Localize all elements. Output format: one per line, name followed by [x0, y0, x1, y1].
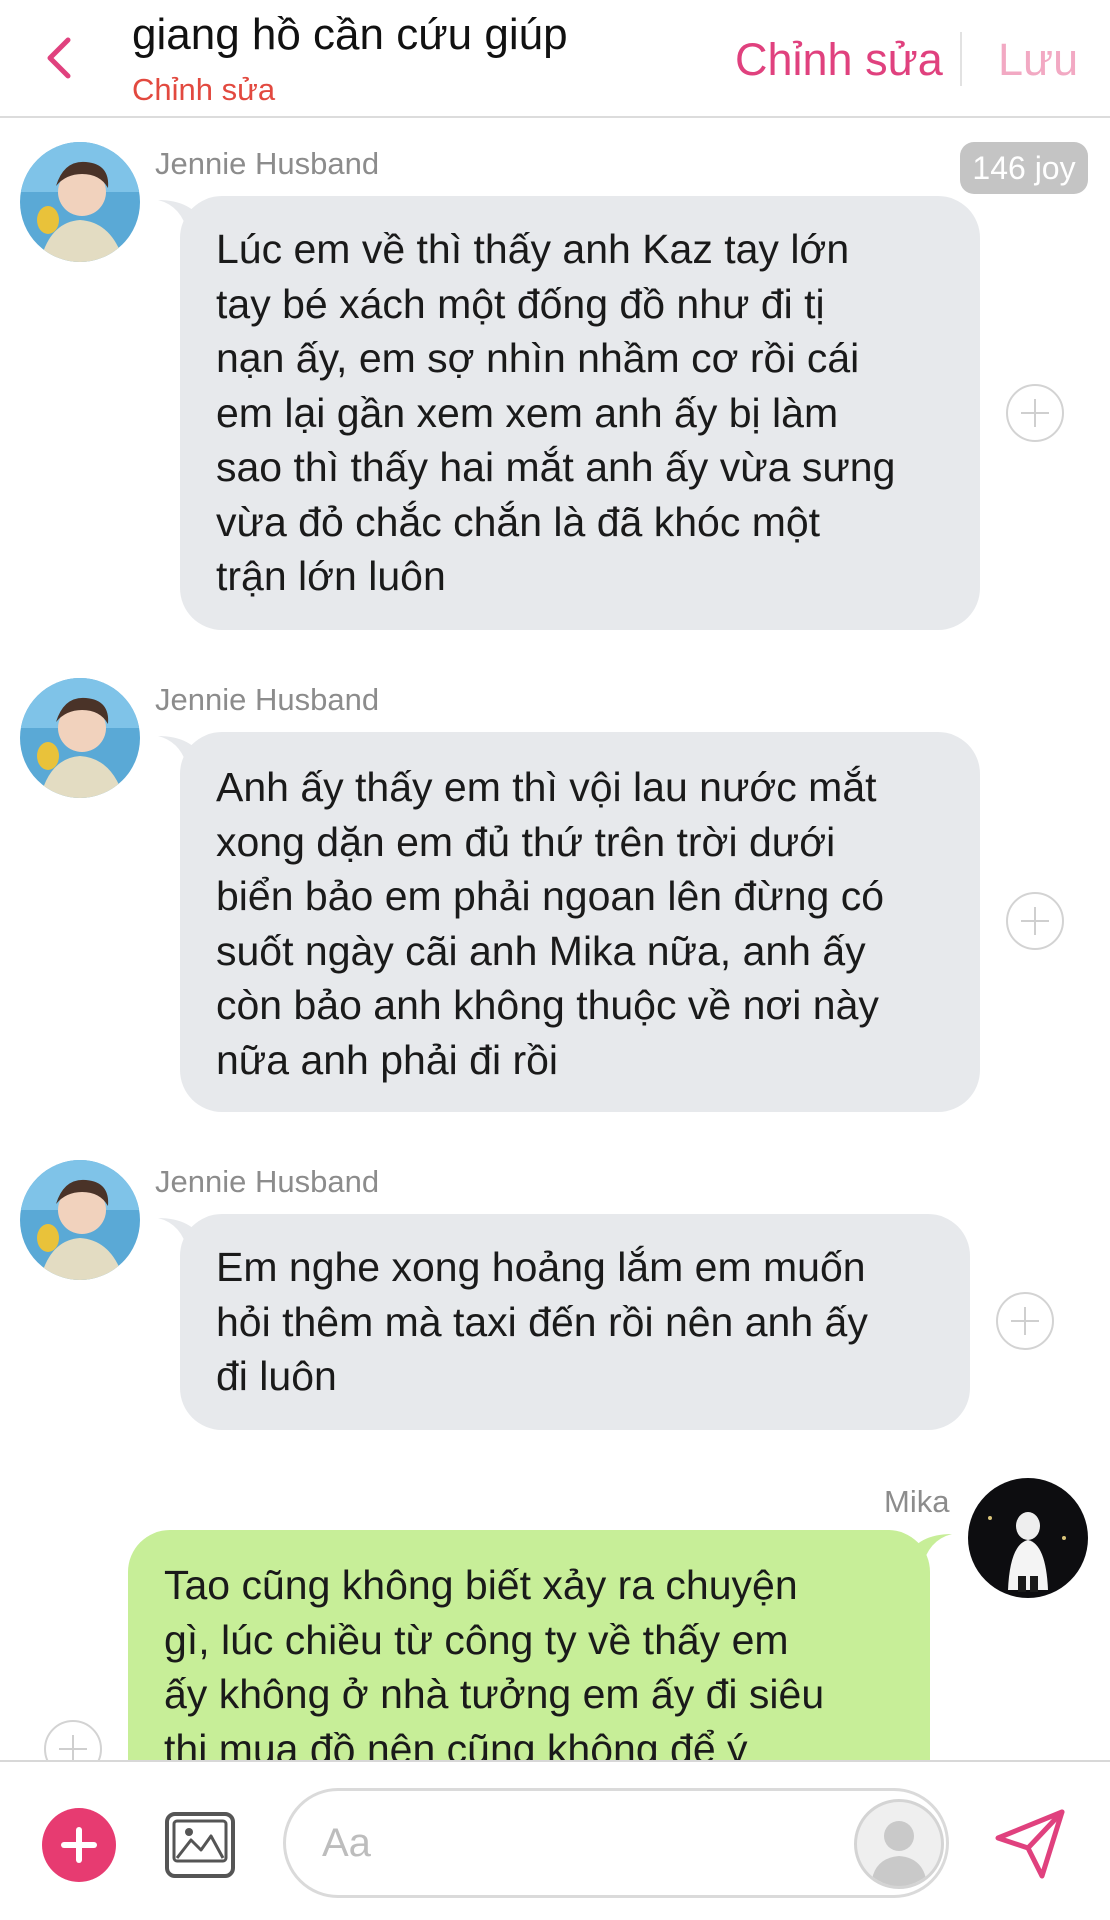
page-title: giang hồ cần cứu giúp	[132, 10, 568, 59]
message-line: biển bảo em phải ngoan lên đừng có	[216, 873, 885, 919]
person-icon	[871, 1821, 927, 1886]
message-line: tay bé xách một đống đồ như đi tị	[216, 280, 825, 327]
message-line: Anh ấy thấy em thì vội lau nước mắt	[216, 764, 877, 810]
avatar-mika[interactable]	[968, 1478, 1088, 1598]
joy-count-badge: 146 joy	[960, 142, 1088, 194]
message-line: trận lớn luôn	[216, 553, 446, 599]
message-bubble[interactable]: Lúc em về thì thấy anh Kaz tay lớn tay b…	[180, 196, 980, 630]
message-line: hỏi thêm mà taxi đến rồi nên anh ấy	[216, 1298, 868, 1345]
header-bar: giang hồ cần cứu giúp Chỉnh sửa Chỉnh sử…	[0, 0, 1110, 118]
avatar-photo	[20, 142, 140, 262]
message-bubble[interactable]: Em nghe xong hoảng lắm em muốn hỏi thêm …	[180, 1214, 970, 1430]
character-select-button[interactable]	[854, 1799, 944, 1889]
message-line: ấy không ở nhà tưởng em ấy đi siêu	[164, 1671, 825, 1717]
message-line: Em nghe xong hoảng lắm em muốn	[216, 1244, 866, 1290]
message-line: Tao cũng không biết xảy ra chuyện	[164, 1562, 798, 1608]
message-bubble[interactable]: Anh ấy thấy em thì vội lau nước mắt xong…	[180, 732, 980, 1112]
message-composer	[0, 1760, 1110, 1920]
header-divider	[960, 32, 962, 86]
send-icon	[995, 1809, 1065, 1879]
message-line: gì, lúc chiều từ công ty về thấy em	[164, 1616, 789, 1663]
avatar-photo	[968, 1478, 1088, 1598]
save-button[interactable]: Lưu	[998, 34, 1078, 86]
sender-name: Jennie Husband	[155, 146, 380, 181]
send-button[interactable]	[990, 1804, 1070, 1884]
message-line: xong dặn em đủ thứ trên trời dưới	[216, 818, 836, 865]
avatar-jennie-husband[interactable]	[20, 678, 140, 798]
add-reaction-button[interactable]	[1006, 384, 1064, 442]
back-button[interactable]	[34, 26, 86, 90]
avatar-jennie-husband[interactable]	[20, 1160, 140, 1280]
add-reaction-button[interactable]	[996, 1292, 1054, 1350]
image-button[interactable]	[163, 1810, 237, 1880]
message-line: còn bảo anh không thuộc về nơi này	[216, 982, 879, 1028]
sender-name: Jennie Husband	[155, 1164, 380, 1199]
avatar-photo	[20, 1160, 140, 1280]
add-reaction-button[interactable]	[1006, 892, 1064, 950]
message-input-container	[283, 1788, 949, 1898]
message-line: em lại gần xem xem anh ấy bị làm	[216, 389, 839, 436]
plus-icon[interactable]	[42, 1808, 116, 1882]
message-line: vừa đỏ chắc chắn là đã khóc một	[216, 498, 821, 545]
message-input[interactable]	[322, 1813, 802, 1873]
sender-name: Mika	[884, 1484, 950, 1519]
message-line: đi luôn	[216, 1353, 337, 1399]
message-line: Lúc em về thì thấy anh Kaz tay lớn	[216, 226, 850, 272]
avatar-jennie-husband[interactable]	[20, 142, 140, 262]
message-line: nạn ấy, em sợ nhìn nhầm cơ rồi cái	[216, 335, 860, 381]
chevron-left-icon	[47, 37, 71, 79]
message-line: nữa anh phải đi rồi	[216, 1036, 559, 1083]
message-line: suốt ngày cãi anh Mika nữa, anh ấy	[216, 927, 866, 974]
edit-subtitle-link[interactable]: Chỉnh sửa	[132, 72, 275, 108]
message-line: sao thì thấy hai mắt anh ấy vừa sưng	[216, 444, 896, 490]
chat-screen: giang hồ cần cứu giúp Chỉnh sửa Chỉnh sử…	[0, 0, 1110, 1920]
edit-button[interactable]: Chỉnh sửa	[735, 34, 943, 86]
avatar-photo	[20, 678, 140, 798]
image-icon	[165, 1812, 235, 1878]
sender-name: Jennie Husband	[155, 682, 380, 717]
